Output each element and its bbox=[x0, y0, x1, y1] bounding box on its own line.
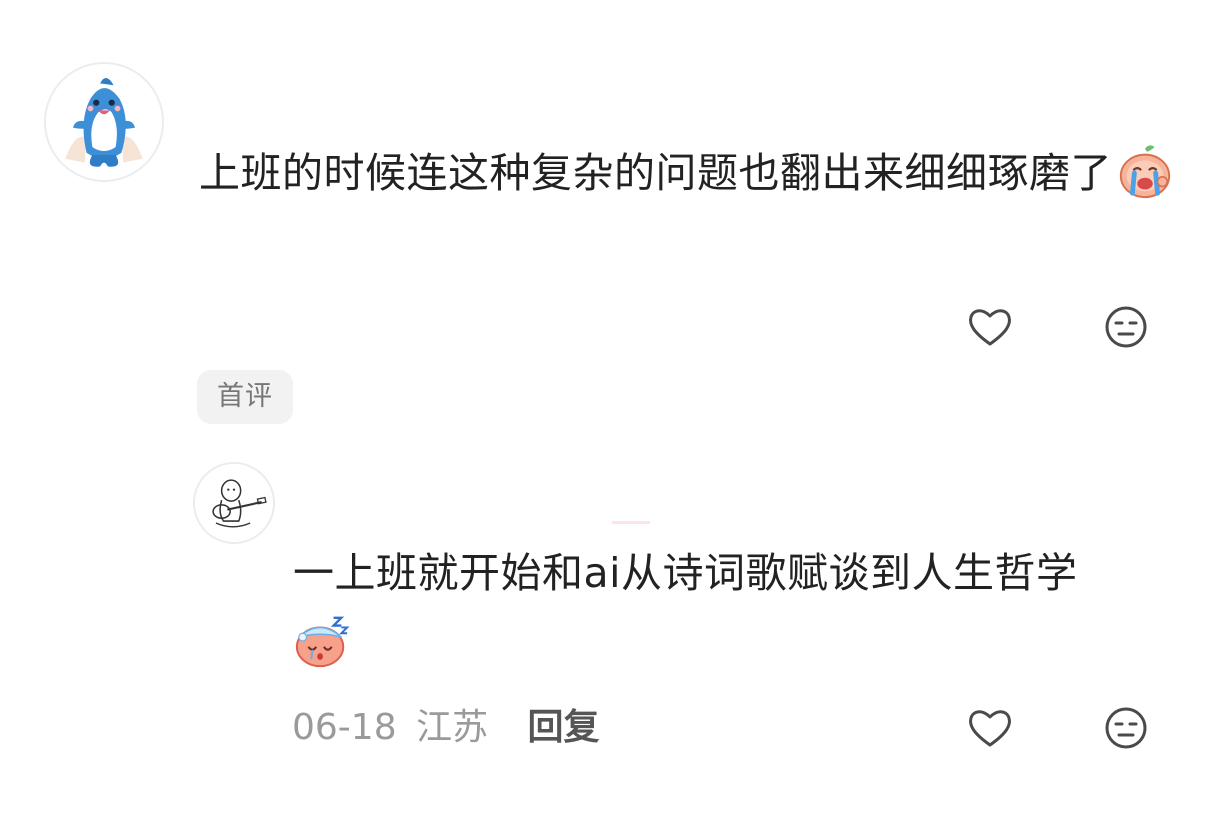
comment-text-content: 上班的时候连这种复杂的问题也翻出来细细琢磨了 bbox=[199, 149, 1112, 197]
reply-meta: 06-18 江苏 回复 bbox=[292, 702, 600, 754]
reply-date: 06-18 bbox=[292, 707, 397, 748]
reply-text: 一上班就开始和ai从诗词歌赋谈到人生哲学 bbox=[293, 540, 1183, 670]
heart-outline-icon bbox=[969, 710, 1011, 747]
divider-mark bbox=[612, 521, 650, 524]
replier-avatar[interactable] bbox=[193, 462, 275, 544]
neutral-face-icon bbox=[1105, 707, 1147, 749]
sleepy-peach-sticker-icon bbox=[293, 612, 351, 670]
reply-text-content: 一上班就开始和ai从诗词歌赋谈到人生哲学 bbox=[293, 549, 1078, 597]
comment-text: 上班的时候连这种复杂的问题也翻出来细细琢磨了 bbox=[199, 140, 1174, 206]
neutral-face-icon bbox=[1105, 306, 1147, 348]
dislike-button[interactable] bbox=[1101, 302, 1151, 352]
reply-like-button[interactable] bbox=[965, 703, 1015, 753]
heart-outline-icon bbox=[969, 309, 1011, 346]
crying-peach-sticker-icon bbox=[1116, 143, 1174, 201]
reply-location: 江苏 bbox=[416, 707, 489, 748]
dolphin-avatar-icon bbox=[46, 64, 162, 180]
reply-dislike-button[interactable] bbox=[1101, 703, 1151, 753]
like-button[interactable] bbox=[965, 302, 1015, 352]
first-comment-badge: 首评 bbox=[197, 370, 293, 424]
guitar-sketch-avatar-icon bbox=[195, 464, 273, 542]
reply-button[interactable]: 回复 bbox=[528, 707, 600, 748]
commenter-avatar[interactable] bbox=[44, 62, 164, 182]
